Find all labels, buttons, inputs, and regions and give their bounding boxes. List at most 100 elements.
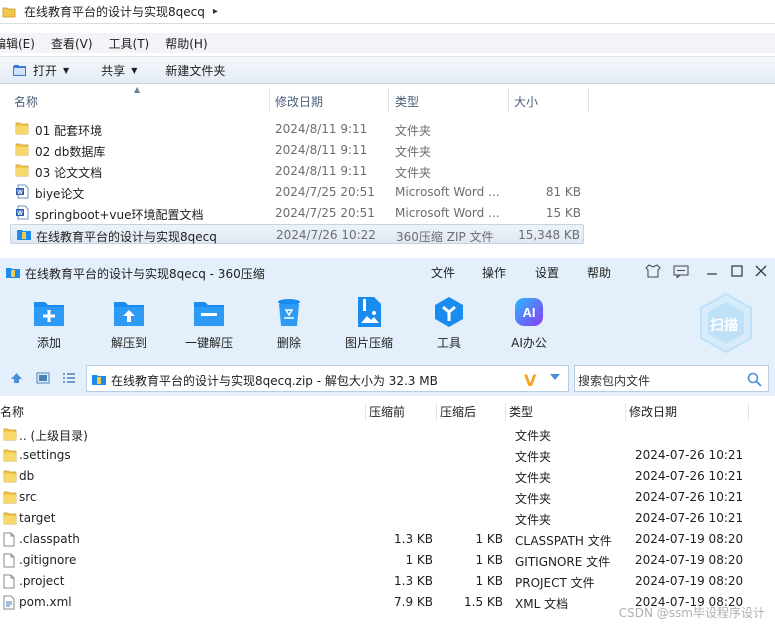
share-button[interactable]: 共享 ▼ [95, 59, 143, 81]
minimize-icon[interactable] [706, 266, 718, 278]
archive-row[interactable]: db 文件夹 2024-07-26 10:21 [0, 466, 775, 487]
file-row[interactable]: 在线教育平台的设计与实现8qecq 2024/7/26 10:22 360压缩 ZI… [10, 224, 584, 244]
column-divider[interactable] [625, 403, 626, 421]
column-divider[interactable] [748, 403, 749, 421]
file-row[interactable]: Wspringboot+vue环境配置文档 2024/7/25 20:51 Micr… [10, 203, 584, 223]
file-row[interactable]: 01 配套环境 2024/8/11 9:11 文件夹 [10, 119, 584, 139]
close-icon[interactable] [755, 265, 767, 277]
ai-office-button[interactable]: AI AI办公 [499, 296, 559, 351]
column-divider[interactable] [365, 403, 366, 421]
entry-type: 文件夹 [515, 429, 552, 443]
folder-icon [3, 448, 17, 462]
delete-icon [259, 296, 319, 328]
file-name: 在线教育平台的设计与实现8qecq [36, 230, 217, 244]
menu-help[interactable]: 帮助 [587, 264, 611, 281]
column-divider[interactable] [588, 88, 589, 112]
column-type[interactable]: 类型 [509, 403, 533, 420]
archive-row[interactable]: .project 1.3 KB 1 KB PROJECT 文件 2024-07-19 0… [0, 571, 775, 592]
entry-type: GITIGNORE 文件 [515, 555, 611, 569]
column-type[interactable]: 类型 [395, 93, 419, 110]
column-name[interactable]: 名称 [0, 403, 24, 420]
entry-size-before: 1.3 KB [394, 532, 433, 546]
tools-button[interactable]: 工具 [419, 296, 479, 351]
archive-column-header: 名称 压缩前 压缩后 类型 修改日期 [0, 403, 775, 421]
archive-title-bar: 在线教育平台的设计与实现8qecq - 360压缩 文件 操作 设置 帮助 [0, 258, 775, 286]
entry-date: 2024-07-26 10:21 [635, 469, 744, 483]
menu-tools[interactable]: 工具(T) [109, 35, 150, 52]
archive-row[interactable]: .classpath 1.3 KB 1 KB CLASSPATH 文件 2024-07-… [0, 529, 775, 550]
delete-button[interactable]: 删除 [259, 296, 319, 351]
new-folder-button[interactable]: 新建文件夹 [159, 59, 231, 81]
file-name: 02 db数据库 [35, 145, 106, 159]
archive-search-input[interactable]: 搜索包内文件 [574, 365, 769, 392]
thumbnail-view-icon[interactable] [36, 372, 50, 384]
one-click-extract-button[interactable]: 一键解压 [179, 296, 239, 351]
new-folder-label: 新建文件夹 [165, 63, 226, 78]
menu-view[interactable]: 查看(V) [51, 35, 93, 52]
extract-to-button[interactable]: 解压到 [99, 296, 159, 351]
address-bar[interactable]: 在线教育平台的设计与实现8qecq ▸ [0, 0, 775, 24]
archive-row[interactable]: .settings 文件夹 2024-07-26 10:21 [0, 445, 775, 466]
column-divider[interactable] [508, 88, 509, 112]
column-after[interactable]: 压缩后 [440, 403, 476, 420]
image-compress-button[interactable]: 图片压缩 [339, 296, 399, 351]
word-icon: W [15, 205, 29, 220]
archive-window-title: 在线教育平台的设计与实现8qecq - 360压缩 [25, 267, 265, 281]
scan-button[interactable]: 扫描 [697, 292, 755, 354]
image-compress-icon [339, 296, 399, 328]
menu-help[interactable]: 帮助(H) [165, 35, 207, 52]
feedback-icon[interactable] [673, 265, 689, 278]
sort-ascending-icon: ▲ [134, 85, 141, 94]
menu-edit[interactable]: 编辑(E) [0, 35, 35, 52]
file-row[interactable]: 02 db数据库 2024/8/11 9:11 文件夹 [10, 140, 584, 160]
entry-size-after: 1 KB [475, 574, 503, 588]
open-button[interactable]: 打开 ▼ [6, 59, 75, 81]
column-divider[interactable] [269, 88, 270, 112]
entry-name: .project [19, 574, 65, 588]
entry-date: 2024-07-26 10:21 [635, 490, 744, 504]
one-click-extract-label: 一键解压 [184, 336, 233, 350]
search-placeholder: 搜索包内文件 [578, 374, 651, 388]
entry-size-after: 1.5 KB [464, 595, 503, 609]
menu-settings[interactable]: 设置 [535, 264, 559, 281]
add-icon [19, 296, 79, 328]
maximize-icon[interactable] [731, 265, 743, 277]
up-directory-icon[interactable] [10, 372, 23, 384]
file-size: 15 KB [545, 206, 581, 220]
archive-row[interactable]: target 文件夹 2024-07-26 10:21 [0, 508, 775, 529]
v-badge-icon[interactable]: V [524, 371, 536, 390]
skin-icon[interactable] [645, 264, 661, 278]
file-row[interactable]: Wbiye论文 2024/7/25 20:51 Microsoft Word ...… [10, 182, 584, 202]
column-divider[interactable] [436, 403, 437, 421]
column-date[interactable]: 修改日期 [275, 93, 323, 110]
column-name[interactable]: 名称 [14, 93, 38, 110]
search-icon[interactable] [747, 372, 762, 387]
archive-path-bar: 在线教育平台的设计与实现8qecq.zip - 解包大小为 32.3 MB V … [0, 360, 775, 396]
column-size[interactable]: 大小 [514, 93, 538, 110]
share-dropdown-icon: ▼ [131, 65, 138, 75]
archive-row[interactable]: .gitignore 1 KB 1 KB GITIGNORE 文件 2024-07-19… [0, 550, 775, 571]
archive-row[interactable]: src 文件夹 2024-07-26 10:21 [0, 487, 775, 508]
entry-type: PROJECT 文件 [515, 576, 595, 590]
column-before[interactable]: 压缩前 [369, 403, 405, 420]
menu-file[interactable]: 文件 [431, 264, 455, 281]
entry-name: db [19, 469, 35, 483]
breadcrumb-arrow-icon[interactable]: ▸ [213, 6, 218, 17]
list-view-icon[interactable] [62, 372, 76, 384]
add-button[interactable]: 添加 [19, 296, 79, 351]
tools-icon [419, 296, 479, 328]
file-row[interactable]: 03 论文文档 2024/8/11 9:11 文件夹 [10, 161, 584, 181]
menu-operate[interactable]: 操作 [482, 264, 506, 281]
archive-ribbon: 添加 解压到 一键解压 删除 图片压缩 工具 AI AI办公 扫描 [0, 286, 775, 360]
file-name: biye论文 [35, 187, 85, 201]
folder-icon [3, 490, 17, 504]
chevron-down-icon[interactable] [549, 372, 561, 382]
column-divider[interactable] [505, 403, 506, 421]
archive-path-field[interactable]: 在线教育平台的设计与实现8qecq.zip - 解包大小为 32.3 MB V [86, 365, 569, 392]
entry-type: 文件夹 [515, 513, 552, 527]
archive-row[interactable]: .. (上级目录) 文件夹 [0, 424, 775, 445]
column-date[interactable]: 修改日期 [629, 403, 677, 420]
column-divider[interactable] [388, 88, 389, 112]
address-path[interactable]: 在线教育平台的设计与实现8qecq [24, 3, 205, 20]
zip-icon [91, 372, 107, 386]
